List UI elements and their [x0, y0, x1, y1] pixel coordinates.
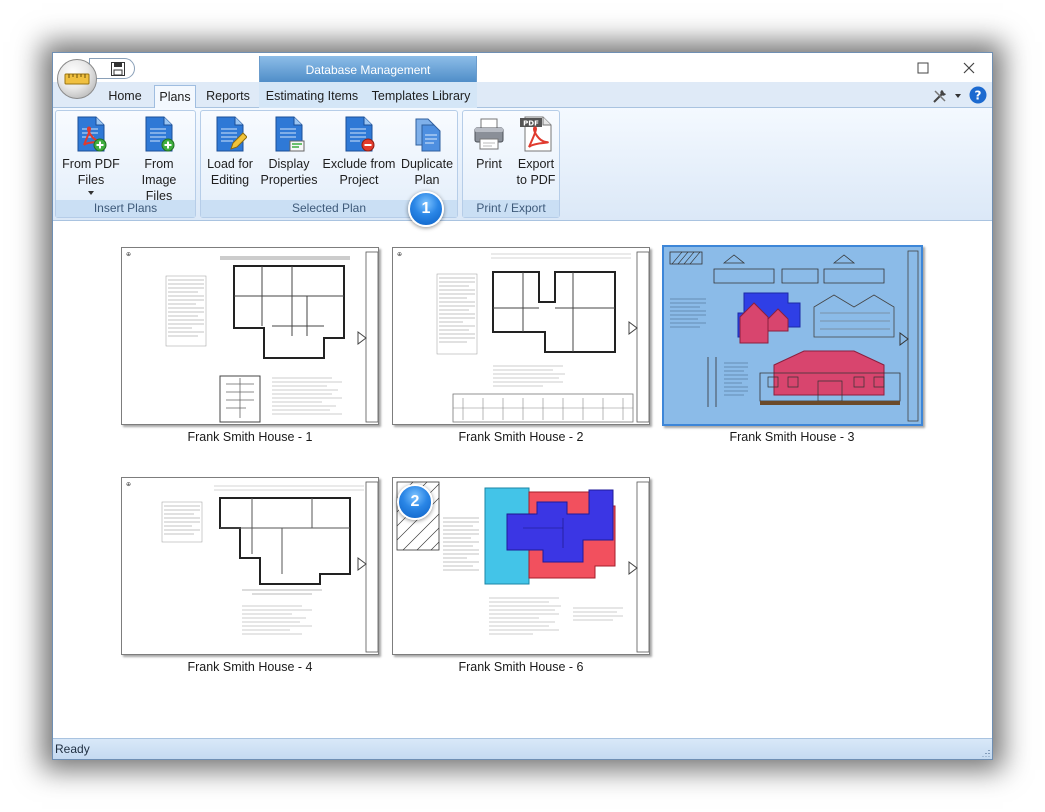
display-properties-button[interactable]: Display Properties [259, 115, 319, 188]
tab-templates-library[interactable]: Templates Library [371, 85, 471, 108]
edit-plan-icon [216, 116, 247, 152]
load-for-editing-label-2: Editing [210, 173, 250, 187]
load-for-editing-button[interactable]: Load for Editing [203, 115, 257, 188]
plan-caption: Frank Smith House - 1 [187, 430, 313, 444]
plan-thumbnail[interactable]: ⊕ [121, 477, 379, 655]
plan-properties-icon [275, 116, 305, 152]
image-add-icon [145, 116, 175, 152]
pdf-badge-text: PDF [523, 120, 539, 128]
display-properties-label: Display [268, 157, 310, 171]
plan-caption: Frank Smith House - 6 [458, 660, 584, 674]
callout-badge-1: 1 [408, 191, 444, 227]
export-to-pdf-label: Export [517, 157, 555, 171]
plan-caption: Frank Smith House - 3 [729, 430, 855, 444]
floor-plan-drawing: ⊕ [393, 248, 649, 424]
svg-text:⊕: ⊕ [397, 251, 402, 258]
svg-text:⊕: ⊕ [126, 251, 131, 258]
tab-estimating-items[interactable]: Estimating Items [263, 85, 361, 108]
printer-icon [474, 118, 504, 150]
duplicate-plan-button[interactable]: Duplicate Plan [397, 115, 457, 188]
from-pdf-files-button[interactable]: From PDF Files [60, 115, 122, 196]
plan-thumbnail[interactable]: ⊕ [392, 247, 650, 425]
tab-plans[interactable]: Plans [154, 85, 196, 108]
exclude-from-project-label-2: Project [339, 173, 379, 187]
plan-caption: Frank Smith House - 2 [458, 430, 584, 444]
duplicate-plan-label-2: Plan [414, 173, 440, 187]
tools-icon[interactable] [931, 87, 949, 105]
ruler-icon [64, 73, 90, 85]
from-image-files-button[interactable]: From Image Files [126, 115, 192, 204]
plans-gallery: ⊕ Frank Smith House - 1 ⊕ Frank Smith Ho… [53, 222, 992, 731]
close-icon[interactable] [961, 60, 977, 76]
pdf-export-icon: PDF [520, 116, 552, 152]
chevron-down-icon[interactable] [954, 93, 962, 99]
group-label-insert-plans: Insert Plans [56, 200, 195, 217]
group-label-print-export: Print / Export [463, 200, 559, 217]
ribbon-tab-strip: Home Plans Reports Estimating Items Temp… [53, 82, 992, 108]
print-label: Print [476, 157, 502, 171]
from-image-files-label: From Image [141, 157, 177, 187]
status-bar: Ready [53, 738, 992, 759]
plan-caption: Frank Smith House - 4 [187, 660, 313, 674]
floor-plan-drawing: ⊕ [122, 248, 378, 424]
tab-reports[interactable]: Reports [202, 85, 254, 108]
load-for-editing-label: Load for [207, 157, 253, 171]
group-insert-plans: From PDF Files From Image Files Insert P… [55, 110, 196, 218]
print-button[interactable]: Print [467, 115, 511, 172]
display-properties-label-2: Properties [260, 173, 318, 187]
export-to-pdf-label-2: to PDF [516, 173, 556, 187]
ribbon: From PDF Files From Image Files Insert P… [53, 108, 992, 221]
resize-grip-icon[interactable] [980, 747, 990, 757]
duplicate-icon [415, 118, 441, 152]
context-tab-database-management[interactable]: Database Management [259, 56, 477, 83]
elevation-plan-drawing [664, 247, 921, 424]
pdf-add-icon [77, 116, 107, 152]
duplicate-plan-label: Duplicate [400, 157, 454, 171]
application-menu-button[interactable] [57, 59, 97, 99]
svg-text:⊕: ⊕ [126, 481, 131, 488]
plan-remove-icon [345, 116, 375, 152]
title-bar: Database Management [53, 53, 992, 99]
exclude-from-project-button[interactable]: Exclude from Project [321, 115, 397, 188]
callout-badge-2: 2 [397, 484, 433, 520]
app-window: Database Management Home Plans Reports E… [52, 52, 993, 760]
export-to-pdf-button[interactable]: PDF Export to PDF [515, 115, 557, 188]
svg-text:?: ? [975, 89, 982, 103]
group-print-export: Print PDF Export to PDF Print / Export [462, 110, 560, 218]
plan-thumbnail[interactable]: ⊕ [121, 247, 379, 425]
help-icon[interactable]: ? [969, 86, 987, 104]
from-pdf-files-label: From PDF [62, 157, 120, 171]
dropdown-arrow-icon[interactable] [87, 190, 95, 196]
exclude-from-project-label: Exclude from [322, 157, 396, 171]
from-pdf-files-label-2: Files [77, 173, 105, 187]
floor-plan-drawing: ⊕ [122, 478, 378, 654]
maximize-icon[interactable] [915, 60, 931, 76]
status-text: Ready [55, 742, 90, 756]
plan-thumbnail-selected[interactable] [662, 245, 923, 426]
save-icon[interactable] [111, 61, 125, 76]
tab-home[interactable]: Home [102, 85, 148, 108]
